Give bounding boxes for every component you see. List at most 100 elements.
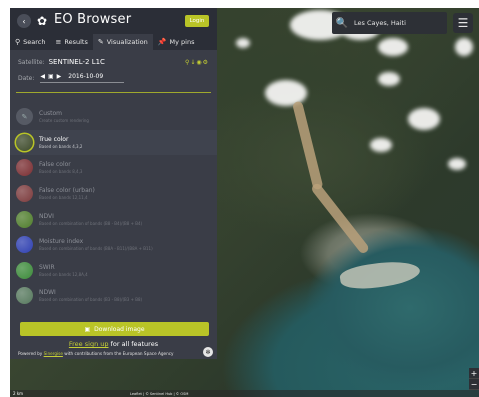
layer-name: True color (39, 135, 69, 143)
layer-text: False color (urban) Based on bands 12,11,… (39, 187, 95, 200)
login-button[interactable]: Login (185, 15, 209, 27)
tab-label: Visualization (106, 38, 148, 46)
scale-label: 2 km (13, 391, 24, 396)
brush-icon: ✎ (97, 38, 104, 46)
prev-date-icon[interactable]: ◀ (40, 73, 45, 80)
layer-thumbnail (16, 133, 33, 151)
layer-description: Based on combination of bands (B3 - B8)/… (39, 297, 143, 303)
layer-text: NDVI Based on combination of bands (B8 - … (39, 213, 142, 226)
app-title: EO Browser (54, 12, 132, 27)
layer-item[interactable]: NDVI Based on combination of bands (B8 - … (10, 206, 217, 232)
layer-description: Based on bands 8,4,3 (39, 169, 83, 175)
layer-item[interactable]: ✎ Custom Create custom rendering (10, 104, 217, 130)
pin-icon: 📌 (157, 38, 167, 46)
cloud-patch (408, 108, 440, 130)
divider (16, 92, 211, 93)
tab-results[interactable]: ≡ Results (50, 34, 92, 50)
tab-my-pins[interactable]: 📌 My pins (153, 34, 200, 50)
layer-thumbnail (16, 287, 33, 305)
layer-text: True color Based on bands 4,3,2 (39, 136, 82, 149)
satellite-label: Satellite: (18, 58, 45, 66)
layer-description: Create custom rendering (39, 118, 89, 124)
panel-header: ‹ ✿ EO Browser Login ⚲ Search ≡ Results … (10, 8, 217, 50)
layer-text: Moisture index Based on combination of ba… (39, 238, 153, 251)
layers-icon[interactable]: ☰ (453, 13, 473, 33)
sinergise-link[interactable]: Sinergise (44, 351, 63, 356)
layer-name: False color (39, 161, 71, 169)
layer-item[interactable]: False color (urban) Based on bands 12,11,… (10, 181, 217, 207)
powered-by: Powered by Sinergise with contributions … (18, 351, 174, 356)
satellite-row: Satellite: SENTINEL-2 L1C ⚲↓◉⚙ (10, 54, 217, 70)
location-search-box[interactable]: 🔍 (332, 12, 447, 34)
zoom-in-icon[interactable]: + (469, 368, 479, 379)
signup-line: Free sign up for all features (10, 340, 217, 348)
tab-bar: ⚲ Search ≡ Results ✎ Visualization 📌 My … (10, 34, 217, 50)
download-image-button[interactable]: ▣ Download image (20, 322, 209, 336)
date-picker[interactable]: ◀ ▣ ▶ 2016-10-09 (40, 73, 125, 83)
calendar-icon[interactable]: ▣ (48, 73, 54, 80)
map-search: 🔍 ☰ (332, 12, 473, 34)
layer-thumbnail (16, 261, 33, 279)
tab-search[interactable]: ⚲ Search (10, 34, 50, 50)
layer-thumbnail (16, 210, 33, 228)
cloud-patch (370, 138, 392, 152)
list-icon: ≡ (55, 38, 62, 46)
attribution-text[interactable]: Leaflet | © Sentinel Hub | © OSM (130, 392, 188, 396)
tab-label: My pins (169, 38, 195, 46)
powered-prefix: Powered by (18, 351, 43, 356)
cloud-patch (378, 38, 408, 56)
layer-thumbnail (16, 185, 33, 203)
layer-item[interactable]: Moisture index Based on combination of ba… (10, 232, 217, 258)
layer-description: Based on combination of bands (B8 - B4)/… (39, 220, 143, 226)
layer-name: Moisture index (39, 238, 84, 246)
layer-description: Based on combination of bands (B8A - B11… (39, 246, 153, 252)
signup-link[interactable]: Free sign up (69, 340, 109, 348)
layer-item[interactable]: True color Based on bands 4,3,2 (10, 129, 217, 156)
cloud-patch (448, 158, 466, 170)
date-row: Date: ◀ ▣ ▶ 2016-10-09 (10, 70, 217, 86)
layer-list: ✎ Custom Create custom rendering True color… (10, 104, 217, 309)
zoom-out-icon[interactable]: − (469, 379, 479, 390)
date-value[interactable]: 2016-10-09 (68, 73, 103, 80)
layer-thumbnail (16, 159, 33, 177)
powered-rest: with contributions from the European Spa… (64, 351, 174, 356)
layer-text: NDWI Based on combination of bands (B3 - … (39, 289, 142, 302)
layer-text: SWIR Based on bands 12,8A,4 (39, 264, 88, 277)
cloud-patch (236, 38, 250, 48)
layer-description: Based on bands 12,8A,4 (39, 271, 88, 277)
layer-description: Based on bands 4,3,2 (39, 143, 83, 149)
cloud-patch (378, 72, 400, 86)
layer-text: False color Based on bands 8,4,3 (39, 161, 82, 174)
collapse-icon[interactable]: ‹ (17, 14, 31, 28)
search-icon: ⚲ (15, 38, 21, 46)
layer-name: NDWI (39, 289, 56, 297)
cloud-patch (455, 38, 473, 56)
layer-item[interactable]: NDWI Based on combination of bands (B3 - … (10, 283, 217, 309)
layer-name: False color (urban) (39, 187, 95, 195)
satellite-value: SENTINEL-2 L1C (48, 58, 105, 66)
layer-description: Based on bands 12,11,4 (39, 195, 88, 201)
tab-visualization[interactable]: ✎ Visualization (92, 34, 153, 50)
layer-item[interactable]: SWIR Based on bands 12,8A,4 (10, 258, 217, 284)
image-icon: ▣ (84, 325, 91, 333)
layer-thumbnail: ✎ (16, 108, 33, 126)
location-search-input[interactable] (352, 18, 444, 28)
layer-name: Custom (39, 110, 62, 118)
attribution-bar: 2 km Leaflet | © Sentinel Hub | © OSM (10, 390, 479, 397)
zoom-control: + − (469, 368, 479, 390)
layer-item[interactable]: False color Based on bands 8,4,3 (10, 155, 217, 181)
search-icon[interactable]: 🔍 (332, 18, 352, 29)
layer-name: NDVI (39, 212, 54, 220)
esa-logo-icon: ✻ (203, 347, 213, 357)
tab-label: Results (64, 38, 88, 46)
download-label: Download image (94, 325, 145, 333)
layer-name: SWIR (39, 263, 55, 271)
layer-text: Custom Create custom rendering (39, 110, 89, 123)
logo-icon: ✿ (37, 14, 48, 28)
date-label: Date: (18, 74, 35, 82)
signup-rest: for all features (110, 340, 159, 348)
satellite-actions[interactable]: ⚲↓◉⚙ (185, 59, 209, 66)
app-window: 🔍 ☰ ‹ ✿ EO Browser Login ⚲ Search ≡ Resu… (10, 8, 479, 397)
next-date-icon[interactable]: ▶ (57, 73, 62, 80)
side-panel: ‹ ✿ EO Browser Login ⚲ Search ≡ Results … (10, 8, 217, 359)
